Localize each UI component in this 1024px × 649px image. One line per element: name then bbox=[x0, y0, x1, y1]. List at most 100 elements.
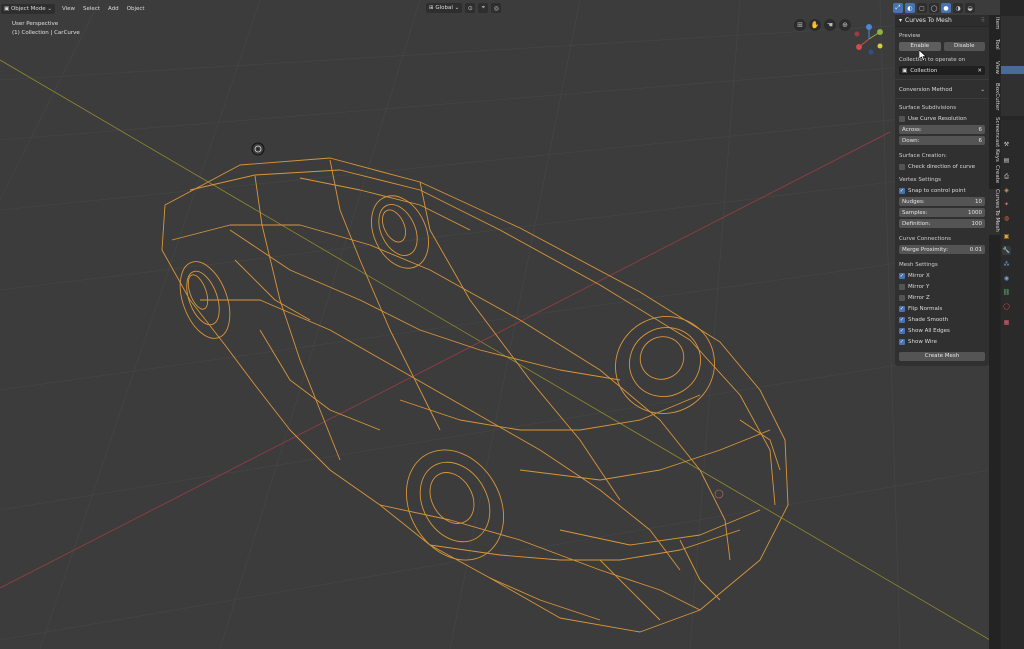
down-label: Down: bbox=[902, 137, 920, 144]
tab-curves-to-mesh[interactable]: Curves To Mesh bbox=[989, 189, 1000, 235]
physics-icon[interactable]: ◉ bbox=[1002, 274, 1011, 283]
tool-icon[interactable]: ⚒ bbox=[1002, 140, 1011, 149]
checkbox-label: Mirror Z bbox=[908, 294, 930, 301]
particles-icon[interactable]: ⁂ bbox=[1002, 260, 1011, 269]
conversion-method-label: Conversion Method bbox=[899, 86, 953, 93]
panel-header[interactable]: ▾ Curves To Mesh ⠿ bbox=[895, 15, 989, 27]
use-curve-resolution-checkbox[interactable]: Use Curve Resolution bbox=[899, 114, 985, 123]
3d-viewport[interactable]: ▣ Object Mode ⌄ View Select Add Object ⊞… bbox=[0, 0, 1024, 649]
across-value: 6 bbox=[978, 126, 983, 133]
object-data-icon[interactable]: ◯ bbox=[1002, 302, 1011, 311]
surface-subdivisions-label: Surface Subdivisions bbox=[899, 105, 957, 111]
viewport-info: User Perspective (1) Collection | CarCur… bbox=[12, 20, 80, 38]
mode-dropdown[interactable]: ▣ Object Mode ⌄ bbox=[1, 4, 55, 14]
mesh-settings-label: Mesh Settings bbox=[899, 262, 938, 268]
checkbox-icon bbox=[899, 294, 905, 301]
merge-value: 0.01 bbox=[969, 246, 982, 253]
show-wire-checkbox[interactable]: ✓ Show Wire bbox=[899, 337, 985, 346]
solid-shading-icon[interactable]: ● bbox=[941, 3, 951, 13]
checkbox-icon bbox=[899, 163, 905, 170]
rendered-shading-icon[interactable]: ◒ bbox=[965, 3, 975, 13]
object-origin bbox=[714, 489, 724, 499]
tab-screencast-keys[interactable]: Screencast Keys bbox=[989, 117, 1000, 163]
output-icon[interactable]: ⎙ bbox=[1002, 172, 1011, 181]
preview-label: Preview bbox=[899, 33, 921, 39]
checkbox-icon: ✓ bbox=[899, 327, 905, 334]
mirror-z-checkbox[interactable]: Mirror Z bbox=[899, 293, 985, 302]
curve-connections-label: Curve Connections bbox=[899, 236, 951, 242]
scene-icon[interactable]: ✦ bbox=[1002, 200, 1011, 209]
selected-outliner-row[interactable] bbox=[1001, 66, 1024, 74]
chevron-down-icon: ⌄ bbox=[47, 6, 52, 12]
merge-proximity-field[interactable]: Merge Proximity: 0.01 bbox=[899, 245, 985, 254]
mode-icon: ▣ bbox=[4, 6, 11, 12]
axis-gizmo[interactable] bbox=[851, 24, 889, 56]
tab-boxcutter[interactable]: BoxCutter bbox=[989, 83, 1000, 115]
overlays-icon[interactable]: ◐ bbox=[905, 3, 915, 13]
checkbox-icon bbox=[899, 283, 905, 290]
show-all-edges-checkbox[interactable]: ✓ Show All Edges bbox=[899, 326, 985, 335]
across-label: Across: bbox=[902, 126, 922, 133]
viewport-header: ▣ Object Mode ⌄ View Select Add Object ⊞… bbox=[0, 3, 990, 15]
down-value: 6 bbox=[978, 137, 983, 144]
header-menu: View Select Add Object bbox=[59, 4, 148, 14]
material-shading-icon[interactable]: ◑ bbox=[953, 3, 963, 13]
pan-hand-icon[interactable]: ☚ bbox=[824, 19, 836, 31]
mode-label: Object Mode bbox=[10, 6, 46, 12]
xray-icon[interactable]: ▢ bbox=[917, 3, 927, 13]
divider bbox=[895, 98, 989, 99]
mirror-y-checkbox[interactable]: Mirror Y bbox=[899, 282, 985, 291]
disable-button[interactable]: Disable bbox=[943, 42, 985, 51]
collection-value: Collection bbox=[910, 67, 938, 74]
definition-field[interactable]: Definition: 100 bbox=[899, 219, 985, 228]
object-icon[interactable]: ▣ bbox=[1002, 232, 1011, 241]
modifier-wrench-icon[interactable]: 🔧 bbox=[1002, 246, 1011, 255]
menu-select[interactable]: Select bbox=[80, 4, 103, 14]
world-icon[interactable]: ◍ bbox=[1002, 214, 1011, 223]
menu-view[interactable]: View bbox=[59, 4, 78, 14]
checkbox-label: Check direction of curve bbox=[908, 163, 975, 170]
pivot-icon[interactable]: ⊙ bbox=[465, 3, 476, 13]
drag-handle-icon[interactable]: ⠿ bbox=[981, 17, 985, 24]
checkbox-label: Mirror X bbox=[908, 272, 930, 279]
zoom-icon[interactable]: ⊕ bbox=[839, 19, 851, 31]
tab-tool[interactable]: Tool bbox=[989, 39, 1000, 59]
snap-icon[interactable]: ⌖ bbox=[478, 3, 489, 13]
menu-object[interactable]: Object bbox=[124, 4, 148, 14]
nudges-label: Nudges: bbox=[902, 198, 925, 205]
collection-field[interactable]: ▣ Collection ✕ bbox=[899, 66, 985, 75]
collection-label: Collection to operate on bbox=[899, 57, 966, 63]
samples-field[interactable]: Samples: 1000 bbox=[899, 208, 985, 217]
menu-add[interactable]: Add bbox=[105, 4, 122, 14]
mirror-x-checkbox[interactable]: ✓ Mirror X bbox=[899, 271, 985, 280]
conversion-method-dropdown[interactable]: Conversion Method ⌄ bbox=[899, 85, 985, 94]
down-field[interactable]: Down: 6 bbox=[899, 136, 985, 145]
samples-label: Samples: bbox=[902, 209, 928, 216]
nudges-value: 10 bbox=[975, 198, 982, 205]
orientation-dropdown[interactable]: ⊞ Global ⌄ bbox=[426, 3, 463, 13]
chevron-down-icon: ▾ bbox=[899, 17, 903, 24]
camera-view-icon[interactable]: ⊞ bbox=[794, 19, 806, 31]
curves-to-mesh-panel: ▾ Curves To Mesh ⠿ Preview Enable Disabl… bbox=[895, 15, 989, 366]
create-mesh-button[interactable]: Create Mesh bbox=[899, 352, 985, 361]
nudges-field[interactable]: Nudges: 10 bbox=[899, 197, 985, 206]
panel-title: Curves To Mesh bbox=[905, 17, 952, 24]
tab-create[interactable]: Create bbox=[989, 165, 1000, 187]
close-icon[interactable]: ✕ bbox=[977, 68, 982, 74]
view-layer-icon[interactable]: ◈ bbox=[1002, 186, 1011, 195]
shading-tools: ⤢ ◐ ▢ ◯ ● ◑ ◒ bbox=[893, 3, 975, 13]
tab-item[interactable]: Item bbox=[989, 17, 1000, 37]
gizmo-toggle-icon[interactable]: ⤢ bbox=[893, 3, 903, 13]
shade-smooth-checkbox[interactable]: ✓ Shade Smooth bbox=[899, 315, 985, 324]
constraints-icon[interactable]: ⛓ bbox=[1002, 288, 1011, 297]
tab-view[interactable]: View bbox=[989, 61, 1000, 81]
camera-icon[interactable]: ✋ bbox=[809, 19, 821, 31]
across-field[interactable]: Across: 6 bbox=[899, 125, 985, 134]
check-direction-checkbox[interactable]: Check direction of curve bbox=[899, 162, 985, 171]
proportional-edit-icon[interactable]: ◎ bbox=[491, 3, 502, 13]
texture-icon[interactable]: ▦ bbox=[1002, 318, 1011, 327]
flip-normals-checkbox[interactable]: ✓ Flip Normals bbox=[899, 304, 985, 313]
snap-to-control-checkbox[interactable]: ✓ Snap to control point bbox=[899, 186, 985, 195]
render-icon[interactable]: ▤ bbox=[1002, 156, 1011, 165]
wireframe-shading-icon[interactable]: ◯ bbox=[929, 3, 939, 13]
